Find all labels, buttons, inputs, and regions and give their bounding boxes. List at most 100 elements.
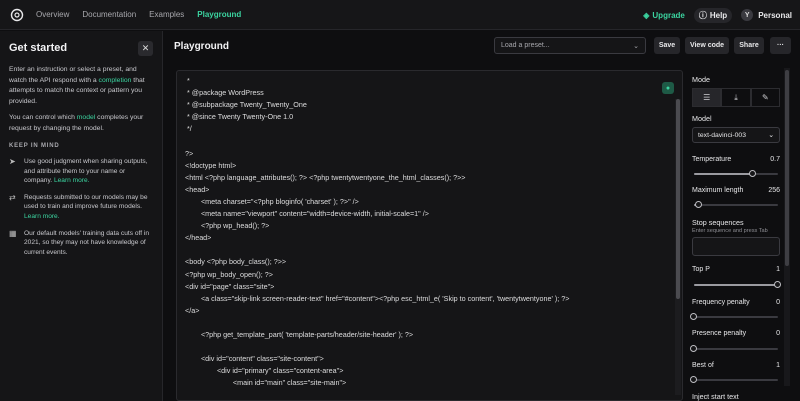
complete-mode-icon[interactable]: ☰ [692,88,722,107]
code-line: <?php wp_body_open(); ?> [185,269,273,279]
page-title: Playground [174,40,230,52]
code-line: </head> [185,233,212,243]
code-text[interactable]: * * @package WordPress * @subpackage Twe… [185,75,569,389]
nav-playground[interactable]: Playground [197,10,241,19]
calendar-icon: ▦ [9,228,17,238]
temperature-value: 0.7 [770,156,780,163]
mode-label: Mode [692,75,710,84]
max-length-row: Maximum length 256 [692,187,780,194]
close-icon: ✕ [141,42,150,53]
code-line: <meta name="viewport" content="width=dev… [185,209,429,219]
chevron-down-icon: ⌄ [633,42,639,50]
temperature-slider[interactable] [694,170,778,177]
code-line: <div id="page" class="site"> [185,281,275,291]
editor-scrollbar[interactable] [675,99,681,395]
stop-sequences-hint: Enter sequence and press Tab [692,228,768,234]
code-line: </a> [185,305,200,315]
temperature-row: Temperature 0.7 [692,156,780,163]
code-line: <main id="main" class="site-main"> [185,378,347,388]
code-line: <div id="primary" class="content-area"> [185,366,344,376]
prompt-editor[interactable]: * * @package WordPress * @subpackage Twe… [176,70,683,401]
share-button[interactable]: Share [734,37,764,54]
code-line: * [185,76,190,85]
microphone-icon[interactable]: ● [662,82,674,94]
max-length-value: 256 [768,187,780,194]
code-line: <head> [185,184,210,194]
arrow-swap-icon: ⇄ [9,192,16,202]
editor-scroll-thumb[interactable] [676,99,680,299]
help-button[interactable]: ⓘ Help [693,7,733,23]
code-line: ?> [185,148,194,158]
stop-sequences-input[interactable] [692,237,780,256]
code-line: <!doctype html> [185,160,237,170]
code-line: <?php get_template_part( 'template-parts… [185,329,414,339]
model-select[interactable]: text-davinci-003 ⌄ [692,127,780,143]
close-sidebar-button[interactable]: ✕ [138,40,153,56]
sidebar-title: Get started [9,42,68,54]
presence-penalty-row: Presence penalty 0 [692,330,780,337]
avatar: Y [741,9,754,21]
best-of-row: Best of 1 [692,362,780,369]
code-line: * @since Twenty Twenty-One 1.0 [185,112,294,122]
learn-more-link[interactable]: Learn more. [54,177,90,184]
tip-item: ⇄ Requests submitted to our models may b… [9,192,148,220]
presence-penalty-slider[interactable] [690,345,778,352]
best-of-value: 1 [776,362,780,369]
help-icon: ⓘ [698,10,707,20]
inject-start-label: Inject start text [692,392,739,401]
playground-header: Playground Load a preset... ⌄ Save View … [164,31,800,61]
learn-more-link[interactable]: Learn more. [24,213,60,220]
send-icon: ➤ [9,157,16,166]
insert-mode-icon[interactable]: ⤓ [721,88,751,107]
view-code-button[interactable]: View code [685,37,729,54]
completion-link[interactable]: completion [99,77,132,84]
top-p-row: Top P1 [692,266,780,273]
code-line: * @subpackage Twenty_Twenty_One [185,100,307,110]
nav-examples[interactable]: Examples [149,10,184,19]
bolt-icon: ◈ [643,10,650,20]
model-link[interactable]: model [77,114,96,121]
code-line: */ [185,124,192,134]
mode-toggle: ☰ ⤓ ✎ [692,88,780,107]
model-label: Model [692,114,712,123]
nav-documentation[interactable]: Documentation [82,10,136,19]
more-options-button[interactable]: ··· [770,37,791,54]
keep-in-mind-heading: KEEP IN MIND [9,143,60,149]
frequency-penalty-slider[interactable] [690,313,778,320]
upgrade-label: Upgrade [652,10,685,20]
settings-scrollbar[interactable] [784,68,790,386]
nav-overview[interactable]: Overview [36,10,69,19]
account-menu[interactable]: Y Personal [741,9,792,21]
get-started-sidebar: Get started ✕ Enter an instruction or se… [0,31,163,401]
code-line: * @package WordPress [185,88,264,98]
openai-logo-icon[interactable] [9,7,25,23]
code-line: <?php wp_head(); ?> [185,221,270,231]
chevron-down-icon: ⌄ [768,132,774,139]
settings-scroll-thumb[interactable] [785,70,789,266]
tip-item: ➤ Use good judgment when sharing outputs… [9,157,148,185]
upgrade-button[interactable]: ◈ Upgrade [643,11,685,20]
save-button[interactable]: Save [654,37,680,54]
code-line: <div id="content" class="site-content"> [185,354,324,364]
code-line: <meta charset="<?php bloginfo( 'charset'… [185,196,359,206]
model-text: You can control which model completes yo… [9,114,144,132]
max-length-slider[interactable] [694,201,778,208]
top-nav: Overview Documentation Examples Playgrou… [0,0,800,30]
edit-mode-icon[interactable]: ✎ [750,88,780,107]
top-p-slider[interactable] [694,281,781,288]
frequency-penalty-row: Frequency penalty 0 [692,299,780,306]
best-of-slider[interactable] [690,376,778,383]
code-line: <html <?php language_attributes(); ?> <?… [185,172,466,182]
help-label: Help [709,10,728,20]
code-line: <a class="skip-link screen-reader-text" … [185,293,570,303]
presence-penalty-value: 0 [776,330,780,337]
account-label: Personal [758,10,792,20]
preset-select[interactable]: Load a preset... ⌄ [494,37,646,54]
stop-sequences-label: Stop sequences [692,218,744,227]
tip-item: ▦ Our default models' training data cuts… [9,228,150,256]
top-p-value: 1 [776,266,780,273]
